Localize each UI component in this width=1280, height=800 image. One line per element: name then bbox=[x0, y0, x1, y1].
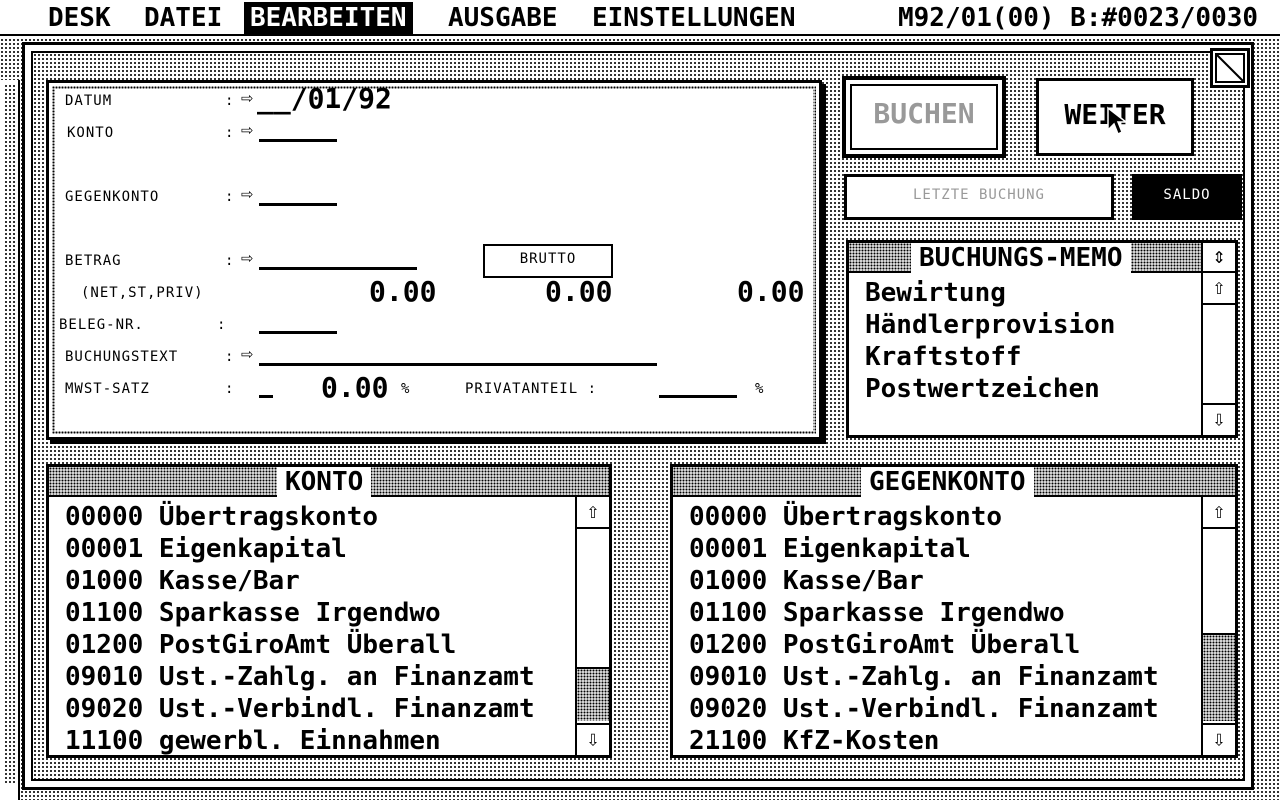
letzte-buchung-button[interactable]: LETZTE BUCHUNG bbox=[844, 174, 1114, 220]
buchungstext-colon: : bbox=[225, 349, 235, 365]
list-item[interactable]: 09020 Ust.-Verbindl. Finanzamt bbox=[65, 693, 535, 725]
list-item[interactable]: 01100 Sparkasse Irgendwo bbox=[689, 597, 1065, 629]
konto-list-title: KONTO bbox=[277, 467, 372, 497]
gegenkonto-list-title: GEGENKONTO bbox=[861, 467, 1034, 497]
fuller-icon bbox=[1215, 53, 1245, 83]
buchungstext-input[interactable] bbox=[259, 363, 657, 366]
konto-scroll-down-icon[interactable]: ⇩ bbox=[577, 723, 609, 755]
mwst-colon: : bbox=[225, 381, 235, 397]
privatanteil-percent: % bbox=[755, 381, 765, 397]
list-item[interactable]: 00000 Übertragskonto bbox=[65, 501, 378, 533]
list-item[interactable]: 21100 KfZ-Kosten bbox=[689, 725, 939, 757]
konto-scrollbar[interactable]: ⇧ ⇩ bbox=[575, 497, 611, 755]
beleg-colon: : bbox=[217, 317, 227, 333]
fuller-button[interactable] bbox=[1210, 48, 1250, 88]
memo-title: BUCHUNGS-MEMO bbox=[911, 243, 1131, 273]
buchen-label: BUCHEN bbox=[873, 97, 975, 130]
memo-scrollbar[interactable]: ⇧ ⇩ bbox=[1201, 273, 1237, 435]
memo-size-button[interactable]: ⇕ bbox=[1201, 243, 1235, 273]
st-value: 0.00 bbox=[545, 275, 613, 308]
menu-datei[interactable]: DATEI bbox=[138, 2, 228, 34]
gegenkonto-colon: : bbox=[225, 189, 235, 205]
datum-pointer-icon: ⇨ bbox=[241, 85, 255, 109]
konto-scroll-up-icon[interactable]: ⇧ bbox=[577, 497, 609, 529]
booking-form: DATUM : ⇨ __/01/92 KONTO : ⇨ GEGENKONTO … bbox=[46, 80, 822, 440]
datum-input[interactable]: __/01/92 bbox=[257, 83, 392, 115]
privatanteil-input[interactable] bbox=[659, 395, 737, 398]
list-item[interactable]: 01000 Kasse/Bar bbox=[689, 565, 924, 597]
betrag-colon: : bbox=[225, 253, 235, 269]
menu-desk[interactable]: DESK bbox=[42, 2, 117, 34]
memo-scroll-up-icon[interactable]: ⇧ bbox=[1203, 273, 1235, 305]
mwst-percent: % bbox=[401, 381, 411, 397]
memo-item[interactable]: Bewirtung bbox=[865, 277, 1006, 309]
konto-list-panel: KONTO 00000 Übertragskonto 00001 Eigenka… bbox=[46, 464, 612, 758]
list-item[interactable]: 09010 Ust.-Zahlg. an Finanzamt bbox=[689, 661, 1159, 693]
list-item[interactable]: 00001 Eigenkapital bbox=[689, 533, 971, 565]
net-value: 0.00 bbox=[369, 275, 437, 308]
updown-icon: ⇕ bbox=[1212, 244, 1226, 269]
gegenkonto-input[interactable] bbox=[259, 203, 337, 206]
menu-ausgabe[interactable]: AUSGABE bbox=[442, 2, 564, 34]
menu-bearbeiten[interactable]: BEARBEITEN bbox=[244, 2, 413, 34]
privatanteil-label: PRIVATANTEIL : bbox=[465, 381, 598, 397]
list-item[interactable]: 09020 Ust.-Verbindl. Finanzamt bbox=[689, 693, 1159, 725]
mwst-value: 0.00 bbox=[321, 371, 389, 404]
list-item[interactable]: 01100 Sparkasse Irgendwo bbox=[65, 597, 441, 629]
konto-colon: : bbox=[225, 125, 235, 141]
brutto-button[interactable]: BRUTTO bbox=[483, 244, 613, 278]
saldo-button[interactable]: SALDO bbox=[1132, 174, 1242, 220]
betrag-label: BETRAG bbox=[65, 253, 122, 269]
gegenkonto-scrollbar[interactable]: ⇧ ⇩ bbox=[1201, 497, 1237, 755]
mwst-code-input[interactable] bbox=[259, 395, 273, 398]
konto-label: KONTO bbox=[67, 125, 115, 141]
list-item[interactable]: 01200 PostGiroAmt Überall bbox=[689, 629, 1080, 661]
list-item[interactable]: 11100 gewerbl. Einnahmen bbox=[65, 725, 441, 757]
gegenkonto-pointer-icon: ⇨ bbox=[241, 181, 255, 205]
menu-einstellungen[interactable]: EINSTELLUNGEN bbox=[586, 2, 802, 34]
memo-scroll-down-icon[interactable]: ⇩ bbox=[1203, 403, 1235, 435]
mwst-label: MWST-SATZ bbox=[65, 381, 150, 397]
priv-value: 0.00 bbox=[737, 275, 805, 308]
left-edge-pattern bbox=[4, 84, 16, 784]
buchen-button[interactable]: BUCHEN bbox=[842, 76, 1006, 158]
brutto-label: BRUTTO bbox=[519, 251, 577, 267]
memo-panel: BUCHUNGS-MEMO ⇕ Bewirtung Händlerprovisi… bbox=[846, 240, 1238, 438]
memo-item[interactable]: Postwertzeichen bbox=[865, 373, 1100, 405]
gegenkonto-scroll-thumb[interactable] bbox=[1203, 633, 1235, 721]
konto-scroll-thumb[interactable] bbox=[577, 667, 609, 721]
form-inner bbox=[55, 89, 813, 431]
status-indicator: M92/01(00) B:#0023/0030 bbox=[898, 3, 1259, 33]
betrag-input[interactable] bbox=[259, 267, 417, 270]
gegenkonto-scroll-down-icon[interactable]: ⇩ bbox=[1203, 723, 1235, 755]
gegenkonto-list-panel: GEGENKONTO 00000 Übertragskonto 00001 Ei… bbox=[670, 464, 1238, 758]
memo-item[interactable]: Kraftstoff bbox=[865, 341, 1022, 373]
gegenkonto-scroll-up-icon[interactable]: ⇧ bbox=[1203, 497, 1235, 529]
datum-label: DATUM bbox=[65, 93, 113, 109]
betrag-sub-label: (NET,ST,PRIV) bbox=[81, 285, 204, 301]
konto-pointer-icon: ⇨ bbox=[241, 117, 255, 141]
buchungstext-pointer-icon: ⇨ bbox=[241, 341, 255, 365]
betrag-pointer-icon: ⇨ bbox=[241, 245, 255, 269]
list-item[interactable]: 00000 Übertragskonto bbox=[689, 501, 1002, 533]
menu-bar: DESK DATEI BEARBEITEN AUSGABE EINSTELLUN… bbox=[0, 0, 1280, 36]
gegenkonto-label: GEGENKONTO bbox=[65, 189, 160, 205]
list-item[interactable]: 01200 PostGiroAmt Überall bbox=[65, 629, 456, 661]
beleg-input[interactable] bbox=[259, 331, 337, 334]
list-item[interactable]: 00001 Eigenkapital bbox=[65, 533, 347, 565]
datum-colon: : bbox=[225, 93, 235, 109]
list-item[interactable]: 01000 Kasse/Bar bbox=[65, 565, 300, 597]
buchungstext-label: BUCHUNGSTEXT bbox=[65, 349, 179, 365]
list-item[interactable]: 09010 Ust.-Zahlg. an Finanzamt bbox=[65, 661, 535, 693]
memo-item[interactable]: Händlerprovision bbox=[865, 309, 1115, 341]
beleg-label: BELEG-NR. bbox=[59, 317, 144, 333]
mouse-cursor-icon bbox=[1106, 106, 1129, 142]
konto-input[interactable] bbox=[259, 139, 337, 142]
